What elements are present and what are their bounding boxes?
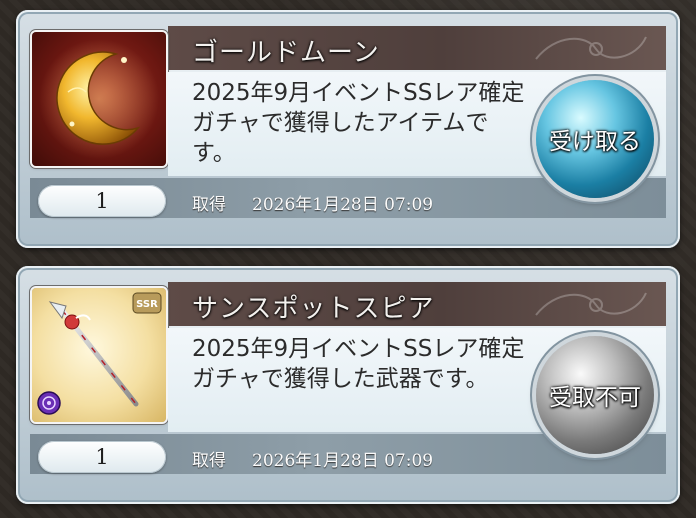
item-description: 2025年9月イベントSSレア確定ガチャで獲得した武器です。 — [192, 336, 525, 392]
dark-element-icon — [37, 391, 61, 415]
item-title-bar: ゴールドムーン — [168, 26, 666, 72]
ornament-decoration-icon — [535, 292, 647, 316]
acquired-label: 取得 — [192, 451, 226, 471]
quantity-badge: 1 — [38, 441, 166, 473]
gift-item-card: ゴールドムーン 2025年9月イベントSSレア確定ガチャで獲得したアイテムです。… — [16, 10, 680, 248]
ornament-decoration-icon — [535, 36, 647, 60]
svg-text:SSR: SSR — [136, 299, 158, 310]
item-title-bar: サンスポットスピア — [168, 282, 666, 328]
gift-item-card: サンスポットスピア SSR 2025年9月イベントSSレア確定ガチャで獲得した武… — [16, 266, 680, 504]
item-thumbnail — [32, 32, 166, 166]
ssr-rarity-badge-icon: SSR — [132, 292, 162, 314]
quantity-badge: 1 — [38, 185, 166, 217]
item-name: ゴールドムーン — [192, 38, 380, 68]
receive-unavailable-button-label: 受取不可 — [549, 385, 641, 411]
quantity-value: 1 — [95, 445, 109, 469]
acquired-date: 2026年1月28日 07:09 — [252, 195, 434, 215]
receive-unavailable-button[interactable]: 受取不可 — [536, 336, 654, 454]
item-thumbnail: SSR — [32, 288, 166, 422]
acquired-date: 2026年1月28日 07:09 — [252, 451, 434, 471]
receive-button[interactable]: 受け取る — [536, 80, 654, 198]
gold-crescent-moon-icon — [39, 39, 159, 159]
item-name: サンスポットスピア — [192, 294, 435, 324]
quantity-value: 1 — [95, 189, 109, 213]
item-description: 2025年9月イベントSSレア確定ガチャで獲得したアイテムです。 — [192, 80, 525, 166]
acquired-label: 取得 — [192, 195, 226, 215]
receive-button-label: 受け取る — [549, 129, 641, 155]
